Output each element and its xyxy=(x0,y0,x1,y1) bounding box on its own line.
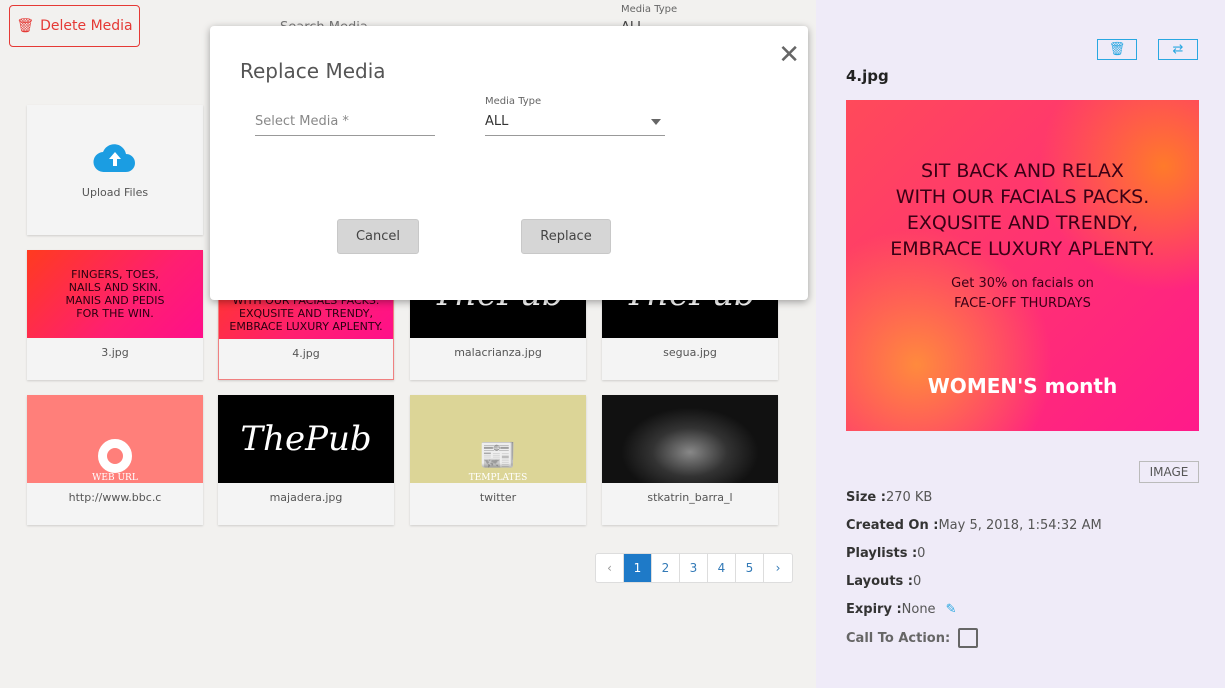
file-name: 4.jpg xyxy=(846,67,889,85)
swap-icon: ⇄ xyxy=(1172,42,1184,57)
close-icon[interactable]: ✕ xyxy=(778,40,800,70)
delete-icon-button[interactable]: 🗑 xyxy=(1097,39,1137,60)
expiry-row: Expiry :None ✎ xyxy=(846,602,957,617)
edit-icon[interactable]: ✎ xyxy=(946,602,957,617)
replace-button[interactable]: Replace xyxy=(521,219,611,254)
media-name: malacrianza.jpg xyxy=(454,346,542,359)
media-thumbnail: WEB URL xyxy=(27,395,203,483)
preview-image: SIT BACK AND RELAX WITH OUR FACIALS PACK… xyxy=(846,100,1199,431)
dialog-media-type-select[interactable]: ALL xyxy=(485,114,665,136)
media-name: http://www.bbc.c xyxy=(68,491,162,504)
chrome-icon xyxy=(98,439,132,473)
media-type-label: Media Type xyxy=(621,4,678,15)
media-name: stkatrin_barra_l xyxy=(647,491,733,504)
select-media-input[interactable]: Select Media * xyxy=(255,114,435,136)
replace-icon-button[interactable]: ⇄ xyxy=(1158,39,1198,60)
next-page[interactable]: › xyxy=(764,554,792,582)
media-name: twitter xyxy=(479,491,517,504)
newspaper-icon: 📰 xyxy=(479,438,517,473)
media-name: 4.jpg xyxy=(292,347,320,360)
details-panel: 🗑 ⇄ 4.jpg SIT BACK AND RELAX WITH OUR FA… xyxy=(816,0,1225,688)
media-card[interactable]: stkatrin_barra_l xyxy=(602,395,778,525)
delete-media-button[interactable]: 🗑 Delete Media xyxy=(9,5,140,47)
page-4[interactable]: 4 xyxy=(708,554,736,582)
media-name: 3.jpg xyxy=(101,346,129,359)
page-2[interactable]: 2 xyxy=(652,554,680,582)
cloud-upload-icon xyxy=(93,143,135,172)
upload-files-card[interactable]: Upload Files xyxy=(27,105,203,235)
pagination: ‹ 1 2 3 4 5 › xyxy=(595,553,793,583)
layouts-row: Layouts :0 xyxy=(846,574,922,589)
dialog-title: Replace Media xyxy=(240,59,386,83)
cta-row: Call To Action: xyxy=(846,628,979,648)
media-thumbnail xyxy=(602,395,778,483)
prev-page[interactable]: ‹ xyxy=(596,554,624,582)
dialog-media-type-label: Media Type xyxy=(485,96,542,107)
media-thumbnail: ThePub xyxy=(218,395,394,483)
page-1[interactable]: 1 xyxy=(624,554,652,582)
media-name: segua.jpg xyxy=(663,346,717,359)
replace-media-dialog: Replace Media ✕ Select Media * Media Typ… xyxy=(210,26,808,300)
created-row: Created On :May 5, 2018, 1:54:32 AM xyxy=(846,518,1102,533)
type-badge: IMAGE xyxy=(1139,461,1199,483)
page-3[interactable]: 3 xyxy=(680,554,708,582)
trash-icon: 🗑 xyxy=(1108,42,1126,57)
media-card[interactable]: 📰 TEMPLATES twitter xyxy=(410,395,586,525)
size-row: Size :270 KB xyxy=(846,490,933,505)
playlists-row: Playlists :0 xyxy=(846,546,926,561)
cancel-button[interactable]: Cancel xyxy=(337,219,419,254)
trash-icon: 🗑 xyxy=(16,18,35,34)
media-card[interactable]: WEB URL http://www.bbc.c xyxy=(27,395,203,525)
media-card[interactable]: FINGERS, TOES, NAILS AND SKIN. MANIS AND… xyxy=(27,250,203,380)
upload-files-label: Upload Files xyxy=(81,185,149,199)
media-name: majadera.jpg xyxy=(269,491,343,504)
dropdown-arrow-icon xyxy=(651,119,661,130)
page-5[interactable]: 5 xyxy=(736,554,764,582)
media-card[interactable]: ThePub majadera.jpg xyxy=(218,395,394,525)
cta-checkbox[interactable] xyxy=(958,628,979,648)
media-thumbnail: 📰 TEMPLATES xyxy=(410,395,586,483)
media-thumbnail: FINGERS, TOES, NAILS AND SKIN. MANIS AND… xyxy=(27,250,203,338)
